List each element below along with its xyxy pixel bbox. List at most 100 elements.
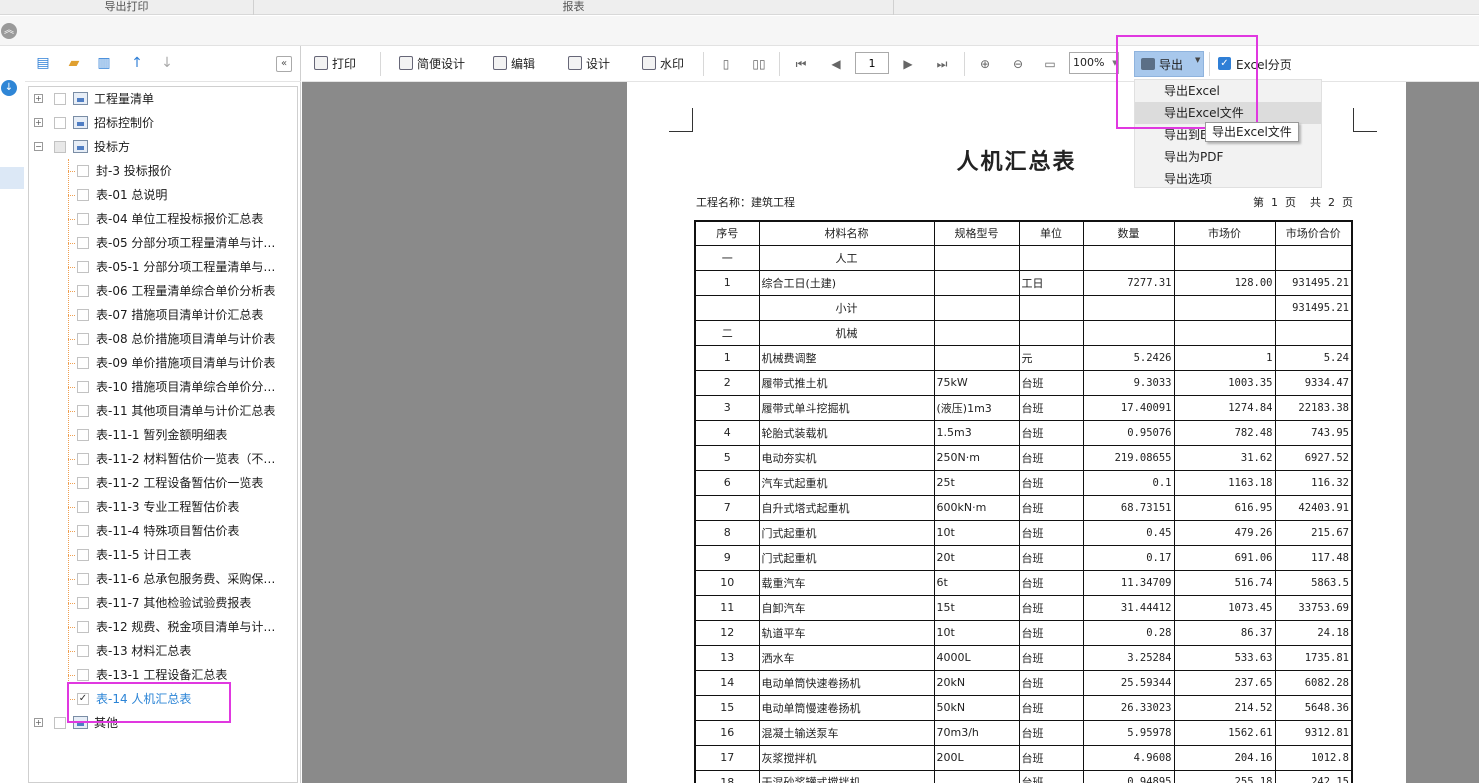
tree-report-item[interactable]: 表-11-7 其他检验试验费报表 [29, 592, 297, 614]
print-button[interactable]: 打印 [314, 54, 356, 74]
tree-checkbox[interactable] [77, 669, 89, 681]
collapse-up-icon[interactable]: ︽ [1, 23, 17, 39]
tree-report-item[interactable]: 表-11-2 材料暂估价一览表（不… [29, 448, 297, 470]
table-cell: 25.59344 [1082, 669, 1175, 696]
delete-icon[interactable]: ▥ [96, 55, 112, 71]
tree-checkbox[interactable] [77, 501, 89, 513]
table-header-row: 序号 材料名称 规格型号 单位 数量 市场价 市场价合价 [694, 220, 1353, 246]
move-up-icon[interactable]: ↑ [129, 55, 145, 71]
tree-report-item[interactable]: 表-11-3 专业工程暂估价表 [29, 496, 297, 518]
tree-checkbox[interactable] [77, 405, 89, 417]
tree-connector [68, 507, 75, 508]
two-page-icon[interactable]: ▯▯ [751, 55, 767, 73]
tree-report-item[interactable]: 表-08 总价措施项目清单与计价表 [29, 328, 297, 350]
first-page-icon[interactable]: ⏮ [793, 55, 809, 73]
tree-report-item[interactable]: 表-11-6 总承包服务费、采购保… [29, 568, 297, 590]
tree-checkbox[interactable] [77, 333, 89, 345]
tree-checkbox[interactable] [77, 477, 89, 489]
tree-report-item[interactable]: 表-11 其他项目清单与计价汇总表 [29, 400, 297, 422]
collapse-icon[interactable]: − [34, 142, 43, 151]
tree-checkbox[interactable] [77, 309, 89, 321]
left-rail-selection[interactable] [0, 167, 24, 189]
menu-item-export-pdf[interactable]: 导出为PDF [1135, 146, 1321, 168]
expand-icon[interactable]: + [34, 94, 43, 103]
tree-item-label: 表-11-6 总承包服务费、采购保… [96, 572, 276, 586]
tree-report-item[interactable]: 表-11-5 计日工表 [29, 544, 297, 566]
tree-checkbox[interactable] [54, 117, 66, 129]
tree-report-item[interactable]: 表-11-1 暂列金额明细表 [29, 424, 297, 446]
tree-report-item[interactable]: 表-07 措施项目清单计价汇总表 [29, 304, 297, 326]
next-page-icon[interactable]: ▶ [900, 55, 916, 73]
tree-checkbox[interactable] [77, 525, 89, 537]
tree-checkbox[interactable] [77, 285, 89, 297]
tree-checkbox[interactable] [77, 213, 89, 225]
tree-checkbox[interactable] [54, 141, 66, 153]
tree-report-item[interactable]: 封-3 投标报价 [29, 160, 297, 182]
tree-checkbox[interactable] [77, 621, 89, 633]
tab-report[interactable]: 报表 [254, 0, 894, 15]
previous-page-icon[interactable]: ◀ [828, 55, 844, 73]
tree-root-item[interactable]: − 投标方 [29, 136, 297, 158]
menu-item-export-options[interactable]: 导出选项 [1135, 168, 1321, 190]
tree-report-item[interactable]: 表-09 单价措施项目清单与计价表 [29, 352, 297, 374]
fit-page-icon[interactable]: ▭ [1042, 55, 1058, 73]
tree-report-item[interactable]: 表-11-4 特殊项目暂估价表 [29, 520, 297, 542]
tree-checkbox[interactable] [77, 573, 89, 585]
tree-root-item[interactable]: + 工程量清单 [29, 88, 297, 110]
tree-checkbox[interactable] [77, 549, 89, 561]
add-folder-icon[interactable]: ▰ [66, 55, 82, 71]
watermark-button[interactable]: 水印 [642, 54, 684, 74]
tree-checkbox[interactable] [77, 429, 89, 441]
last-page-icon[interactable]: ⏭ [934, 55, 950, 73]
tree-checkbox[interactable] [77, 645, 89, 657]
download-icon[interactable]: ↓ [1, 80, 17, 96]
table-cell: 载重汽车 [758, 569, 935, 596]
tree-checkbox[interactable] [77, 357, 89, 369]
tree-report-item[interactable]: 表-10 措施项目清单综合单价分… [29, 376, 297, 398]
zoom-in-icon[interactable]: ⊕ [977, 55, 993, 73]
tree-checkbox[interactable] [54, 93, 66, 105]
table-row: 11 自卸汽车 15t 台班 31.44412 1073.45 33753.69 [694, 594, 1353, 621]
tree-report-item[interactable]: 表-01 总说明 [29, 184, 297, 206]
tree-checkbox[interactable] [77, 165, 89, 177]
tree-item-label: 投标方 [94, 140, 131, 154]
table-cell: 5863.5 [1274, 569, 1353, 596]
table-cell: 机械 [758, 319, 935, 346]
add-report-icon[interactable]: ▤ [35, 55, 51, 71]
tree-root-item[interactable]: + 招标控制价 [29, 112, 297, 134]
tree-connector [68, 411, 75, 412]
tree-checkbox[interactable] [77, 237, 89, 249]
table-cell: 汽车式起重机 [758, 469, 935, 496]
page-number-input[interactable] [855, 52, 889, 74]
tree-report-item[interactable]: 表-13 材料汇总表 [29, 640, 297, 662]
tree-checkbox[interactable] [77, 453, 89, 465]
table-cell [1173, 294, 1276, 321]
table-cell: 116.32 [1274, 469, 1353, 496]
tree-checkbox[interactable] [54, 717, 66, 729]
tree-checkbox[interactable] [77, 597, 89, 609]
expand-icon[interactable]: + [34, 118, 43, 127]
table-cell: 台班 [1018, 419, 1084, 446]
tree-report-item[interactable]: 表-12 规费、税金项目清单与计… [29, 616, 297, 638]
tree-report-item[interactable]: 表-05-1 分部分项工程量清单与… [29, 256, 297, 278]
table-cell: 20kN [933, 669, 1020, 696]
tab-export-print[interactable]: 导出打印 [0, 0, 254, 15]
edit-button[interactable]: 编辑 [493, 54, 535, 74]
tree-report-item[interactable]: 表-04 单位工程投标报价汇总表 [29, 208, 297, 230]
expand-icon[interactable]: + [34, 718, 43, 727]
tree-report-item[interactable]: 表-11-2 工程设备暂估价一览表 [29, 472, 297, 494]
design-button[interactable]: 设计 [568, 54, 610, 74]
tree-checkbox[interactable] [77, 261, 89, 273]
tree-connector [68, 267, 75, 268]
move-down-icon[interactable]: ↓ [159, 55, 175, 71]
zoom-out-icon[interactable]: ⊖ [1010, 55, 1026, 73]
table-cell: 117.48 [1274, 544, 1353, 571]
tree-checkbox[interactable] [77, 381, 89, 393]
tree-report-item[interactable]: 表-06 工程量清单综合单价分析表 [29, 280, 297, 302]
table-cell [1018, 294, 1084, 321]
single-page-icon[interactable]: ▯ [718, 55, 734, 73]
tree-report-item[interactable]: 表-05 分部分项工程量清单与计… [29, 232, 297, 254]
collapse-panel-icon[interactable]: « [276, 56, 292, 72]
tree-checkbox[interactable] [77, 189, 89, 201]
simple-design-button[interactable]: 简便设计 [399, 54, 465, 74]
